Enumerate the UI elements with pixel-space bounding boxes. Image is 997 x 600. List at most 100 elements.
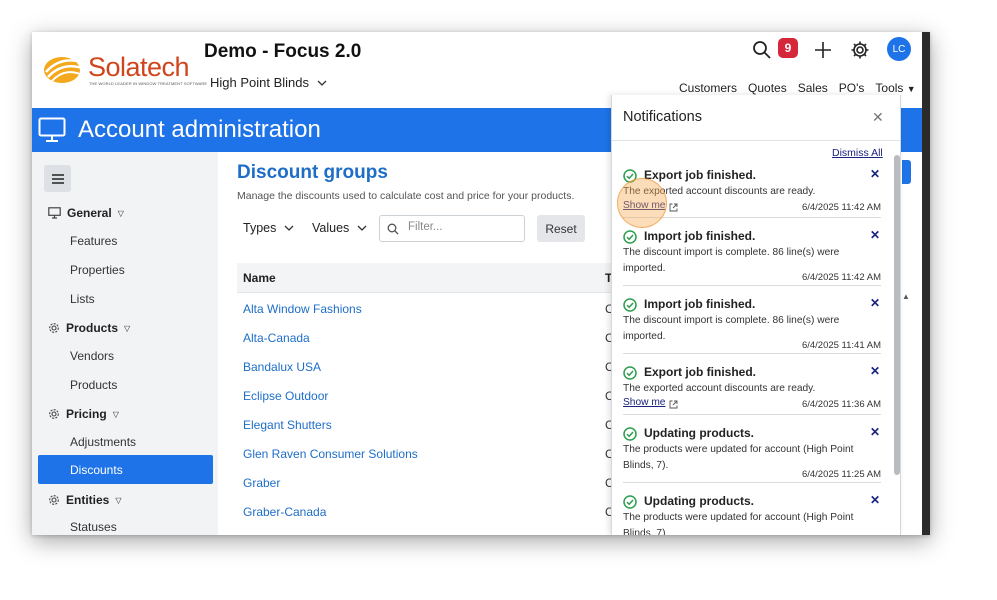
- row-name-link[interactable]: Elegant Shutters: [243, 418, 332, 432]
- row-name-link[interactable]: Bandalux USA: [243, 360, 321, 374]
- row-name-link[interactable]: Graber-Canada: [243, 505, 326, 519]
- check-circle-icon: [623, 230, 637, 244]
- close-icon[interactable]: ✕: [872, 109, 884, 126]
- gear-icon[interactable]: [848, 38, 872, 62]
- table-row[interactable]: Eclipse Outdoor C: [237, 381, 637, 410]
- top-navigation: Customers Quotes Sales PO's Tools ▼: [679, 81, 916, 95]
- values-filter-dropdown[interactable]: Values: [312, 221, 367, 235]
- page-title: Discount groups: [237, 162, 388, 183]
- table-row[interactable]: Alta Window Fashions C: [237, 294, 637, 323]
- click-highlight-marker: [617, 178, 667, 228]
- search-icon[interactable]: [750, 38, 774, 62]
- hamburger-menu-button[interactable]: [44, 165, 71, 192]
- sidebar-item-properties[interactable]: Properties: [70, 263, 125, 277]
- filter-search-box[interactable]: [379, 215, 525, 242]
- nav-sales[interactable]: Sales: [798, 81, 828, 95]
- notification-message: The exported account discounts are ready…: [623, 383, 816, 394]
- notification-time: 6/4/2025 11:42 AM: [801, 272, 881, 283]
- hamburger-icon: [51, 173, 64, 184]
- notification-title: Export job finished.: [644, 168, 757, 182]
- sidebar: General ▽ Features Properties Lists Prod…: [32, 152, 218, 535]
- chevron-down-icon: ▽: [117, 208, 124, 218]
- reset-button[interactable]: Reset: [537, 215, 585, 242]
- nav-tools[interactable]: Tools ▼: [875, 81, 915, 95]
- notification-title: Export job finished.: [644, 365, 757, 379]
- notifications-scrollbar[interactable]: [894, 155, 900, 475]
- sidebar-item-adjustments[interactable]: Adjustments: [70, 435, 136, 449]
- logo-tagline: THE WORLD LEADER IN WINDOW TREATMENT SOF…: [89, 81, 208, 86]
- column-header-name[interactable]: Name: [243, 271, 276, 285]
- account-selector[interactable]: High Point Blinds: [210, 75, 327, 90]
- row-name-link[interactable]: Alta-Canada: [243, 331, 310, 345]
- sidebar-item-lists[interactable]: Lists: [70, 292, 95, 306]
- notification-item: Export job finished. ✕ The exported acco…: [623, 364, 881, 415]
- dismiss-notification-icon[interactable]: ✕: [870, 167, 880, 181]
- row-name-link[interactable]: Eclipse Outdoor: [243, 389, 328, 403]
- notification-item: Import job finished. ✕ The discount impo…: [623, 228, 881, 286]
- chevron-down-icon: ▽: [124, 323, 131, 333]
- sidebar-item-discounts[interactable]: Discounts: [38, 455, 213, 484]
- table-row[interactable]: Glen Raven Consumer Solutions C: [237, 439, 637, 468]
- app-title: Demo - Focus 2.0: [204, 41, 362, 62]
- nav-customers[interactable]: Customers: [679, 81, 737, 95]
- check-circle-icon: [623, 495, 637, 509]
- solatech-logo[interactable]: Solatech THE WORLD LEADER IN WINDOW TREA…: [40, 50, 207, 90]
- dismiss-notification-icon[interactable]: ✕: [870, 228, 880, 242]
- page-subtitle: Manage the discounts used to calculate c…: [237, 190, 575, 202]
- gear-icon: [49, 323, 59, 333]
- dismiss-notification-icon[interactable]: ✕: [870, 296, 880, 310]
- table-row[interactable]: Bandalux USA C: [237, 352, 637, 381]
- check-circle-icon: [623, 298, 637, 312]
- table-row[interactable]: Alta-Canada C: [237, 323, 637, 352]
- notification-item: Import job finished. ✕ The discount impo…: [623, 296, 881, 354]
- row-name-link[interactable]: Graber: [243, 476, 280, 490]
- notification-time: 6/4/2025 11:36 AM: [801, 399, 881, 410]
- sidebar-group-products[interactable]: Products ▽: [48, 321, 130, 335]
- account-name: High Point Blinds: [210, 75, 309, 90]
- scroll-up-icon[interactable]: ▲: [902, 292, 910, 301]
- notification-time: 6/4/2025 11:41 AM: [801, 340, 881, 351]
- check-circle-icon: [623, 427, 637, 441]
- chevron-down-icon: ▽: [115, 495, 122, 505]
- notifications-title: Notifications: [623, 109, 702, 125]
- chevron-down-icon: [284, 225, 294, 231]
- sidebar-group-general[interactable]: General ▽: [48, 206, 124, 220]
- row-name-link[interactable]: Glen Raven Consumer Solutions: [243, 447, 418, 461]
- dismiss-notification-icon[interactable]: ✕: [870, 364, 880, 378]
- sidebar-group-entities[interactable]: Entities ▽: [48, 493, 122, 507]
- logo-wordmark: Solatech: [88, 52, 190, 82]
- banner-title: Account administration: [78, 116, 321, 143]
- chevron-down-icon: ▽: [112, 409, 119, 419]
- gear-icon: [49, 495, 59, 505]
- caret-down-icon: ▼: [906, 84, 916, 94]
- monitor-icon: [38, 117, 66, 142]
- notification-title: Updating products.: [644, 494, 754, 508]
- sidebar-group-pricing[interactable]: Pricing ▽: [48, 407, 119, 421]
- gear-icon: [49, 409, 59, 419]
- notification-item: Updating products. ✕ The products were u…: [623, 425, 881, 483]
- sidebar-item-statuses[interactable]: Statuses: [70, 520, 117, 534]
- user-avatar[interactable]: LC: [887, 37, 911, 61]
- add-icon[interactable]: [811, 38, 835, 62]
- dismiss-all-link[interactable]: Dismiss All: [832, 147, 883, 159]
- filter-input[interactable]: [408, 221, 518, 233]
- table-row[interactable]: Graber-Canada C: [237, 497, 637, 526]
- nav-quotes[interactable]: Quotes: [748, 81, 787, 95]
- action-button-edge[interactable]: [902, 160, 911, 184]
- sidebar-item-features[interactable]: Features: [70, 234, 117, 248]
- check-circle-icon: [623, 366, 637, 380]
- sidebar-item-vendors[interactable]: Vendors: [70, 349, 114, 363]
- row-name-link[interactable]: Alta Window Fashions: [243, 302, 362, 316]
- nav-pos[interactable]: PO's: [839, 81, 865, 95]
- types-filter-dropdown[interactable]: Types: [243, 221, 294, 235]
- sidebar-item-products[interactable]: Products: [70, 378, 117, 392]
- dismiss-notification-icon[interactable]: ✕: [870, 425, 880, 439]
- table-row[interactable]: Graber C: [237, 468, 637, 497]
- chevron-down-icon: [317, 80, 327, 86]
- window-scrollbar[interactable]: [922, 32, 930, 535]
- dismiss-notification-icon[interactable]: ✕: [870, 493, 880, 507]
- notification-badge[interactable]: 9: [778, 38, 798, 58]
- table-row[interactable]: Elegant Shutters C: [237, 410, 637, 439]
- table-header: Name T: [237, 263, 637, 293]
- chevron-down-icon: [357, 225, 367, 231]
